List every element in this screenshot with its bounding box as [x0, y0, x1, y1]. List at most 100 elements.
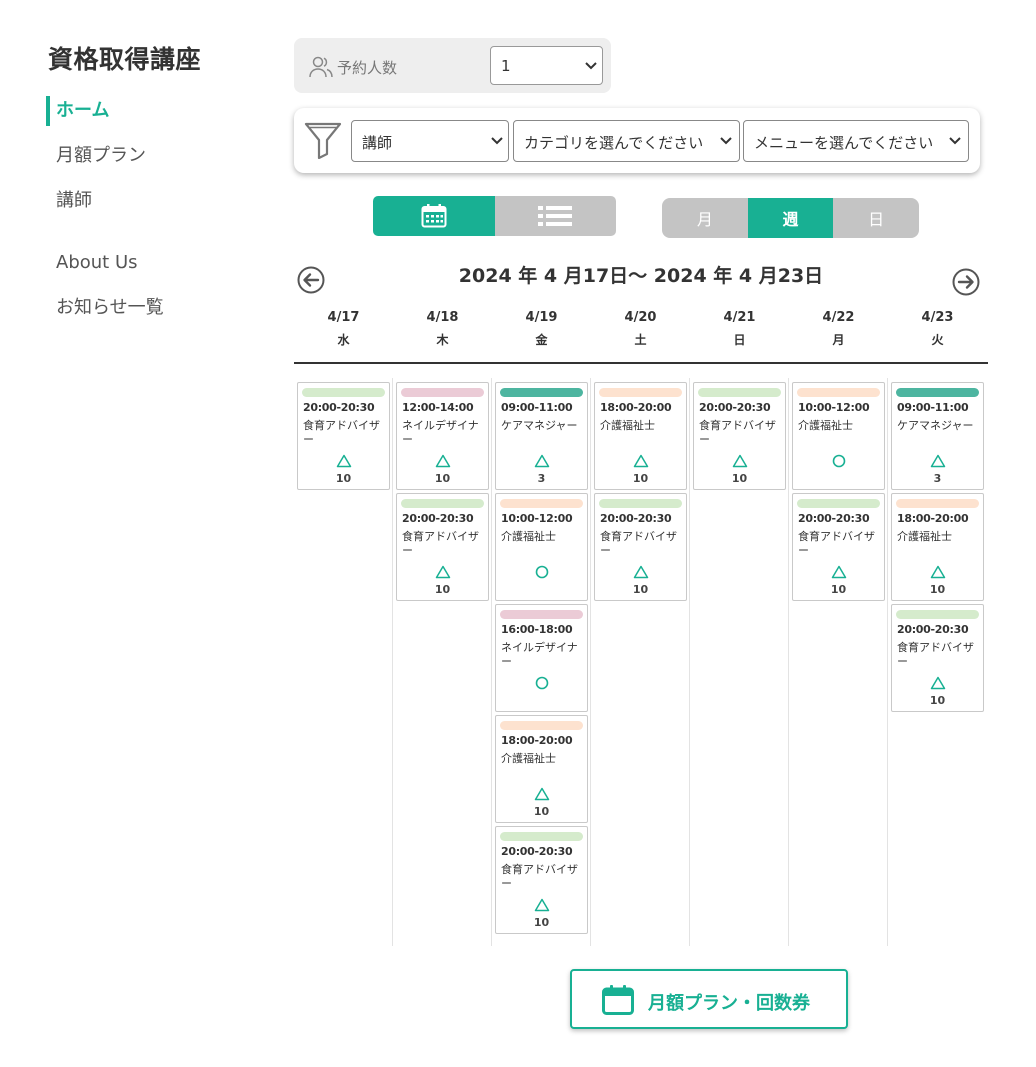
- remaining-seats: 10: [632, 583, 649, 596]
- schedule-slot[interactable]: 20:00-20:30 食育アドバイザー 10: [594, 493, 687, 601]
- category-color-bar: [896, 610, 979, 619]
- slot-time: 18:00-20:00: [600, 401, 672, 414]
- schedule-slot[interactable]: 18:00-20:00 介護福祉士 10: [594, 382, 687, 490]
- day-header: 4/23 火: [888, 310, 987, 348]
- menu-select[interactable]: メニューを選んでください: [743, 120, 969, 162]
- date-range-title: 2024 年 4 月17日〜 2024 年 4 月23日: [458, 265, 824, 287]
- reservation-count-select[interactable]: 1: [490, 46, 603, 85]
- remaining-seats: 10: [335, 472, 352, 485]
- remaining-seats: 3: [933, 472, 942, 485]
- day-date: 4/20: [624, 310, 657, 325]
- column-divider: [689, 378, 690, 946]
- slot-time: 20:00-20:30: [600, 512, 672, 525]
- chevron-down-icon: [949, 137, 961, 145]
- category-color-bar: [896, 388, 979, 397]
- availability-triangle-icon: [892, 453, 983, 469]
- reservation-count-label: 予約人数: [337, 59, 398, 77]
- day-of-week: 金: [535, 333, 548, 347]
- chevron-down-icon: [491, 137, 503, 145]
- menu-select-value: メニューを選んでください: [754, 134, 934, 152]
- schedule-slot[interactable]: 18:00-20:00 介護福祉士 10: [495, 715, 588, 823]
- availability-triangle-icon: [496, 453, 587, 469]
- slot-course-name: 介護福祉士: [501, 752, 556, 765]
- nav-item-monthly-plan[interactable]: 月額プラン: [46, 141, 246, 186]
- slot-course-name: 食育アドバイザー: [897, 641, 974, 668]
- schedule-slot[interactable]: 18:00-20:00 介護福祉士 10: [891, 493, 984, 601]
- day-date: 4/22: [822, 310, 855, 325]
- day-header: 4/17 水: [294, 310, 393, 348]
- day-of-week: 月: [832, 333, 845, 347]
- category-color-bar: [599, 499, 682, 508]
- schedule-slot[interactable]: 16:00-18:00 ネイルデザイナー: [495, 604, 588, 712]
- day-of-week: 火: [931, 333, 944, 347]
- slot-course-name: 食育アドバイザー: [798, 530, 875, 557]
- category-color-bar: [500, 721, 583, 730]
- category-select-value: カテゴリを選んでください: [524, 134, 704, 152]
- availability-triangle-icon: [694, 453, 785, 469]
- schedule-slot[interactable]: 20:00-20:30 食育アドバイザー 10: [693, 382, 786, 490]
- day-header: 4/21 日: [690, 310, 789, 348]
- remaining-seats: 10: [929, 583, 946, 596]
- nav-item-news[interactable]: お知らせ一覧: [46, 293, 246, 338]
- list-view-button[interactable]: [494, 196, 616, 236]
- chevron-down-icon: [720, 137, 732, 145]
- filter-funnel-icon: [304, 122, 342, 159]
- remaining-seats: 10: [830, 583, 847, 596]
- site-title[interactable]: 資格取得講座: [48, 40, 201, 76]
- schedule-slot[interactable]: 10:00-12:00 介護福祉士: [495, 493, 588, 601]
- category-color-bar: [500, 499, 583, 508]
- reservation-count-panel: 予約人数 1: [294, 38, 611, 93]
- slot-course-name: 介護福祉士: [501, 530, 556, 543]
- remaining-seats: 3: [537, 472, 546, 485]
- calendar-view-button[interactable]: [373, 196, 495, 236]
- category-color-bar: [500, 388, 583, 397]
- monthly-plan-ticket-button[interactable]: 月額プラン・回数券: [570, 969, 848, 1029]
- remaining-seats: 10: [434, 583, 451, 596]
- remaining-seats: 10: [929, 694, 946, 707]
- list-icon: [538, 206, 573, 226]
- next-week-arrow-icon[interactable]: [952, 268, 980, 296]
- schedule-slot[interactable]: 09:00-11:00 ケアマネジャー 3: [495, 382, 588, 490]
- day-date: 4/18: [426, 310, 459, 325]
- category-select[interactable]: カテゴリを選んでください: [513, 120, 740, 162]
- calendar-icon: [421, 204, 447, 228]
- category-color-bar: [698, 388, 781, 397]
- slot-course-name: 食育アドバイザー: [600, 530, 677, 557]
- slot-course-name: 食育アドバイザー: [699, 419, 776, 446]
- slot-course-name: 介護福祉士: [600, 419, 655, 432]
- instructor-select-value: 講師: [362, 134, 393, 152]
- calendar-icon: [602, 985, 634, 1015]
- sidebar-nav: ホーム 月額プラン 講師 About Us お知らせ一覧: [46, 96, 246, 338]
- instructor-select[interactable]: 講師: [351, 120, 509, 162]
- slot-time: 09:00-11:00: [501, 401, 573, 414]
- schedule-slot[interactable]: 10:00-12:00 介護福祉士: [792, 382, 885, 490]
- tab-day[interactable]: 日: [833, 198, 919, 238]
- schedule-slot[interactable]: 12:00-14:00 ネイルデザイナー 10: [396, 382, 489, 490]
- slot-time: 20:00-20:30: [699, 401, 771, 414]
- tab-week[interactable]: 週: [747, 198, 834, 238]
- nav-item-about-us[interactable]: About Us: [46, 248, 246, 293]
- tab-month[interactable]: 月: [662, 198, 748, 238]
- chevron-down-icon: [585, 62, 597, 70]
- nav-item-instructors[interactable]: 講師: [46, 186, 246, 231]
- schedule-slot[interactable]: 20:00-20:30 食育アドバイザー 10: [297, 382, 390, 490]
- slot-course-name: ケアマネジャー: [501, 419, 578, 432]
- slot-course-name: ネイルデザイナー: [501, 641, 578, 668]
- remaining-seats: 10: [434, 472, 451, 485]
- slot-course-name: 食育アドバイザー: [303, 419, 380, 446]
- day-date: 4/21: [723, 310, 756, 325]
- availability-triangle-icon: [496, 786, 587, 802]
- schedule-slot[interactable]: 20:00-20:30 食育アドバイザー 10: [792, 493, 885, 601]
- column-divider: [590, 378, 591, 946]
- slot-time: 20:00-20:30: [303, 401, 375, 414]
- schedule-slot[interactable]: 20:00-20:30 食育アドバイザー 10: [396, 493, 489, 601]
- day-date: 4/17: [327, 310, 360, 325]
- nav-item-home[interactable]: ホーム: [46, 96, 246, 126]
- schedule-slot[interactable]: 09:00-11:00 ケアマネジャー 3: [891, 382, 984, 490]
- slot-time: 20:00-20:30: [501, 845, 573, 858]
- day-header: 4/18 木: [393, 310, 492, 348]
- schedule-slot[interactable]: 20:00-20:30 食育アドバイザー 10: [495, 826, 588, 934]
- schedule-slot[interactable]: 20:00-20:30 食育アドバイザー 10: [891, 604, 984, 712]
- slot-course-name: 食育アドバイザー: [501, 863, 578, 890]
